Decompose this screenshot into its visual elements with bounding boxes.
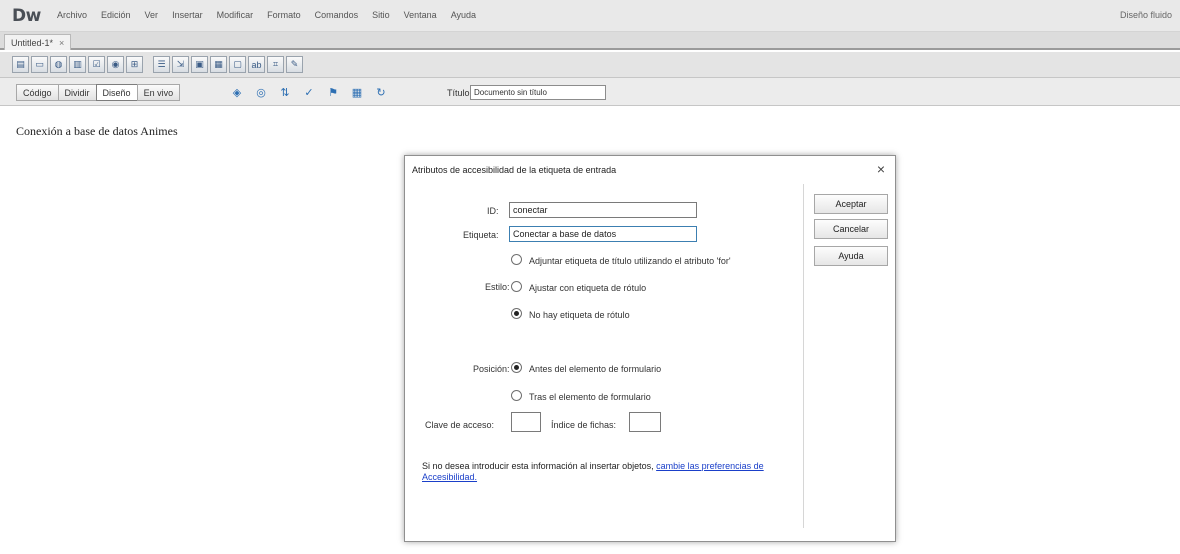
- radio-group-icon[interactable]: ⊞: [126, 56, 143, 73]
- style-radio-for-attribute[interactable]: [511, 254, 522, 265]
- refresh-design-view-icon[interactable]: ↻: [372, 84, 390, 100]
- style-radio-wrap[interactable]: [511, 281, 522, 292]
- style-option-no-label-label: No hay etiqueta de rótulo: [529, 310, 630, 320]
- style-option-for-attribute-label: Adjuntar etiqueta de título utilizando e…: [529, 256, 731, 266]
- style-option-wrap-label: Ajustar con etiqueta de rótulo: [529, 283, 647, 293]
- visual-aids-icon[interactable]: ▦: [348, 84, 366, 100]
- input-tag-accessibility-dialog: Atributos de accesibilidad de la etiquet…: [404, 155, 896, 542]
- document-title-input[interactable]: [470, 85, 606, 100]
- insert-toolbar: ▤ ▭ ◍ ▥ ☑ ◉ ⊞ ☰ ⇲ ▣ ▦ ▢ ab ⌗ ✎: [0, 52, 1180, 78]
- main-menu: Archivo Edición Ver Insertar Modificar F…: [50, 10, 483, 20]
- help-button[interactable]: Ayuda: [814, 246, 888, 266]
- cancel-button[interactable]: Cancelar: [814, 219, 888, 239]
- textarea-icon[interactable]: ▥: [69, 56, 86, 73]
- id-input[interactable]: [509, 202, 697, 218]
- view-buttons: Código Dividir Diseño En vivo: [16, 84, 181, 101]
- page-heading-text: Conexión a base de datos Animes: [16, 124, 178, 138]
- jump-menu-icon[interactable]: ⇲: [172, 56, 189, 73]
- radio-button-icon[interactable]: ◉: [107, 56, 124, 73]
- accessibility-note-text: Si no desea introducir esta información …: [422, 461, 657, 471]
- text-field-icon[interactable]: ▭: [31, 56, 48, 73]
- menu-insertar[interactable]: Insertar: [165, 10, 210, 20]
- menu-archivo[interactable]: Archivo: [50, 10, 94, 20]
- menu-ventana[interactable]: Ventana: [397, 10, 444, 20]
- split-view-button[interactable]: Dividir: [57, 84, 97, 101]
- style-label: Estilo:: [485, 282, 510, 292]
- dialog-divider: [803, 184, 804, 528]
- workspace-switcher[interactable]: Diseño fluido: [1120, 10, 1172, 20]
- style-radio-no-label[interactable]: [511, 308, 522, 319]
- document-tab[interactable]: Untitled-1* ×: [4, 34, 72, 50]
- label-input[interactable]: [509, 226, 697, 242]
- position-label: Posición:: [473, 364, 510, 374]
- spry-field-icon[interactable]: ✎: [286, 56, 303, 73]
- image-field-icon[interactable]: ▣: [191, 56, 208, 73]
- live-view-button[interactable]: En vivo: [136, 84, 181, 101]
- position-option-after-label: Tras el elemento de formulario: [529, 392, 651, 402]
- code-view-button[interactable]: Código: [16, 84, 59, 101]
- checkbox-icon[interactable]: ☑: [88, 56, 105, 73]
- close-tab-icon[interactable]: ×: [59, 38, 64, 48]
- tab-index-label: Índice de fichas:: [551, 420, 617, 430]
- menu-edicion[interactable]: Edición: [94, 10, 138, 20]
- document-tab-strip: Untitled-1* ×: [0, 32, 1180, 50]
- select-list-icon[interactable]: ☰: [153, 56, 170, 73]
- menu-sitio[interactable]: Sitio: [365, 10, 397, 20]
- menu-modificar[interactable]: Modificar: [210, 10, 261, 20]
- button-icon[interactable]: ▢: [229, 56, 246, 73]
- id-label: ID:: [487, 206, 499, 216]
- close-icon[interactable]: ×: [877, 161, 885, 177]
- document-toolbar: Código Dividir Diseño En vivo ◈ ◎ ⇅ ✓ ⚑ …: [0, 78, 1180, 106]
- document-title-label: Título:: [447, 88, 473, 98]
- menu-comandos[interactable]: Comandos: [308, 10, 366, 20]
- w3c-validation-icon[interactable]: ✓: [300, 84, 318, 100]
- toolbar-separator: [145, 56, 151, 73]
- file-management-icon[interactable]: ⇅: [276, 84, 294, 100]
- hidden-field-icon[interactable]: ◍: [50, 56, 67, 73]
- file-field-icon[interactable]: ▦: [210, 56, 227, 73]
- design-view-button[interactable]: Diseño: [95, 84, 138, 101]
- position-radio-before[interactable]: [511, 362, 522, 373]
- document-toolbar-icons: ◈ ◎ ⇅ ✓ ⚑ ▦ ↻: [228, 84, 390, 100]
- preview-in-browser-icon[interactable]: ◎: [252, 84, 270, 100]
- label-icon[interactable]: ab: [248, 56, 265, 73]
- browser-compatibility-icon[interactable]: ⚑: [324, 84, 342, 100]
- menu-formato[interactable]: Formato: [260, 10, 308, 20]
- position-option-before-label: Antes del elemento de formulario: [529, 364, 662, 374]
- accessibility-note: Si no desea introducir esta información …: [422, 461, 782, 483]
- menu-bar: Dw Archivo Edición Ver Insertar Modifica…: [0, 0, 1180, 32]
- dialog-title: Atributos de accesibilidad de la etiquet…: [412, 165, 617, 175]
- menu-ayuda[interactable]: Ayuda: [444, 10, 483, 20]
- form-icon[interactable]: ▤: [12, 56, 29, 73]
- accept-button[interactable]: Aceptar: [814, 194, 888, 214]
- tab-index-input[interactable]: [629, 412, 661, 432]
- multiscreen-icon[interactable]: ◈: [228, 84, 246, 100]
- label-text-label: Etiqueta:: [463, 230, 499, 240]
- access-key-input[interactable]: [511, 412, 541, 432]
- access-key-label: Clave de acceso:: [425, 420, 495, 430]
- fieldset-icon[interactable]: ⌗: [267, 56, 284, 73]
- menu-ver[interactable]: Ver: [138, 10, 166, 20]
- position-radio-after[interactable]: [511, 390, 522, 401]
- document-tab-label: Untitled-1*: [11, 37, 54, 48]
- dreamweaver-logo: Dw: [12, 6, 41, 26]
